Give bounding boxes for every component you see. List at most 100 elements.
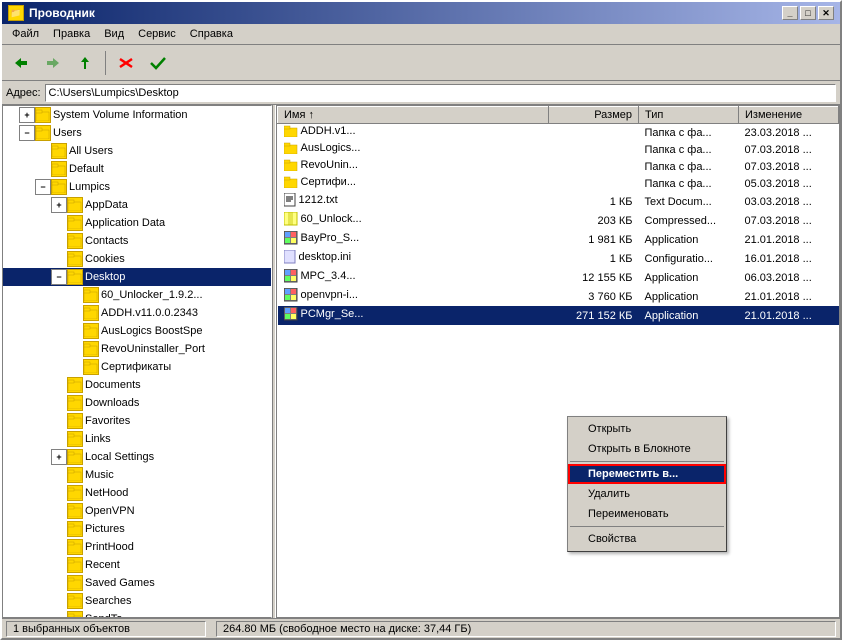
col-name[interactable]: Имя ↑ (278, 107, 549, 124)
tree-item-all-users[interactable]: All Users (3, 142, 271, 160)
tree-expander-lumpics[interactable]: − (35, 179, 51, 195)
table-row[interactable]: AusLogics...Папка с фа...07.03.2018 ... (278, 141, 839, 158)
file-name: desktop.ini (278, 249, 549, 268)
address-input[interactable] (45, 84, 836, 102)
tree-item-documents[interactable]: Documents (3, 376, 271, 394)
tree-item-saved-games[interactable]: Saved Games (3, 574, 271, 592)
tree-item-searches[interactable]: Searches (3, 592, 271, 610)
tree-expander-desktop[interactable]: − (51, 269, 67, 285)
file-name: 1212.txt (278, 192, 549, 211)
tree-item-pictures[interactable]: Pictures (3, 520, 271, 538)
tree-item-nethood[interactable]: NetHood (3, 484, 271, 502)
tree-expander-users[interactable]: − (19, 125, 35, 141)
tree-item-default[interactable]: Default (3, 160, 271, 178)
context-menu-item-move-to[interactable]: Переместить в... (568, 464, 726, 484)
folder-icon (67, 503, 83, 519)
table-row[interactable]: RevoUnin...Папка с фа...07.03.2018 ... (278, 158, 839, 175)
tree-expander-appdata[interactable]: + (51, 197, 67, 213)
tree-expander-favorites (51, 413, 67, 429)
table-row[interactable]: PCMgr_Se...271 152 КБApplication21.01.20… (278, 306, 839, 325)
folder-icon (67, 449, 83, 465)
tree-item-60-unlocker[interactable]: 60_Unlocker_1.9.2... (3, 286, 271, 304)
menubar-item-правка[interactable]: Правка (47, 26, 96, 42)
context-menu-item-rename[interactable]: Переименовать (568, 504, 726, 524)
table-row[interactable]: MPC_3.4...12 155 КБApplication06.03.2018… (278, 268, 839, 287)
menubar-item-файл[interactable]: Файл (6, 26, 45, 42)
confirm-button[interactable] (143, 49, 173, 77)
forward-button[interactable] (38, 49, 68, 77)
tree-expander-system-volume[interactable]: + (19, 107, 35, 123)
file-table: Имя ↑ Размер Тип Изменение ADDH.v1...Пап… (277, 106, 839, 325)
tree-item-revo-uninstaller[interactable]: RevoUninstaller_Port (3, 340, 271, 358)
file-size: 1 981 КБ (549, 230, 639, 249)
maximize-button[interactable]: □ (800, 6, 816, 20)
toolbar-separator-1 (105, 51, 106, 75)
file-name: MPC_3.4... (278, 268, 549, 287)
tree-item-openvpn[interactable]: OpenVPN (3, 502, 271, 520)
tree-item-auslogics-boost[interactable]: AusLogics BoostSpe (3, 322, 271, 340)
tree-item-label: RevoUninstaller_Port (101, 343, 205, 355)
folder-icon (83, 305, 99, 321)
tree-item-local-settings[interactable]: + Local Settings (3, 448, 271, 466)
folder-icon (67, 197, 83, 213)
folder-icon (83, 287, 99, 303)
table-row[interactable]: Сертифи...Папка с фа...05.03.2018 ... (278, 175, 839, 192)
tree-item-contacts[interactable]: Contacts (3, 232, 271, 250)
tree-expander-documents (51, 377, 67, 393)
table-row[interactable]: ADDH.v1...Папка с фа...23.03.2018 ... (278, 124, 839, 142)
folder-icon (67, 611, 83, 618)
tree-item-recent[interactable]: Recent (3, 556, 271, 574)
tree-expander-pictures (51, 521, 67, 537)
tree-item-label: Cookies (85, 253, 125, 265)
delete-button[interactable] (111, 49, 141, 77)
tree-item-lumpics[interactable]: − Lumpics (3, 178, 271, 196)
tree-item-printhood[interactable]: PrintHood (3, 538, 271, 556)
tree-item-application-data[interactable]: Application Data (3, 214, 271, 232)
tree-item-links[interactable]: Links (3, 430, 271, 448)
close-button[interactable]: ✕ (818, 6, 834, 20)
context-menu-item-delete[interactable]: Удалить (568, 484, 726, 504)
tree-item-users[interactable]: − Users (3, 124, 271, 142)
context-menu-item-properties[interactable]: Свойства (568, 529, 726, 549)
tree-item-label: Default (69, 163, 104, 175)
table-row[interactable]: desktop.ini1 КБConfiguratio...16.01.2018… (278, 249, 839, 268)
tree-item-downloads[interactable]: Downloads (3, 394, 271, 412)
col-size[interactable]: Размер (549, 107, 639, 124)
back-button[interactable] (6, 49, 36, 77)
tree-expander-recent (51, 557, 67, 573)
table-row[interactable]: 60_Unlock...203 КБCompressed...07.03.201… (278, 211, 839, 230)
file-name: openvpn-i... (278, 287, 549, 306)
file-icon: Сертифи... (284, 176, 356, 188)
menubar-item-справка[interactable]: Справка (184, 26, 239, 42)
folder-icon (67, 557, 83, 573)
folder-icon (67, 431, 83, 447)
tree-item-label: OpenVPN (85, 505, 135, 517)
file-modified: 07.03.2018 ... (739, 158, 839, 175)
tree-item-desktop[interactable]: − Desktop (3, 268, 271, 286)
context-menu-item-open-notepad[interactable]: Открыть в Блокноте (568, 439, 726, 459)
table-row[interactable]: 1212.txt1 КБText Docum...03.03.2018 ... (278, 192, 839, 211)
tree-item-label: System Volume Information (53, 109, 188, 121)
col-type[interactable]: Тип (639, 107, 739, 124)
folder-icon (67, 593, 83, 609)
up-button[interactable] (70, 49, 100, 77)
file-type: Application (639, 268, 739, 287)
menubar-item-сервис[interactable]: Сервис (132, 26, 182, 42)
table-row[interactable]: BayPro_S...1 981 КБApplication21.01.2018… (278, 230, 839, 249)
folder-icon (83, 323, 99, 339)
minimize-button[interactable]: _ (782, 6, 798, 20)
tree-item-addh-v11[interactable]: ADDH.v11.0.0.2343 (3, 304, 271, 322)
table-row[interactable]: openvpn-i...3 760 КБApplication21.01.201… (278, 287, 839, 306)
menubar-item-вид[interactable]: Вид (98, 26, 130, 42)
tree-item-sertifikaty[interactable]: Сертификаты (3, 358, 271, 376)
col-modified[interactable]: Изменение (739, 107, 839, 124)
tree-item-favorites[interactable]: Favorites (3, 412, 271, 430)
tree-expander-local-settings[interactable]: + (51, 449, 67, 465)
tree-item-cookies[interactable]: Cookies (3, 250, 271, 268)
context-menu-item-open[interactable]: Открыть (568, 419, 726, 439)
tree-item-music[interactable]: Music (3, 466, 271, 484)
tree-item-appdata[interactable]: + AppData (3, 196, 271, 214)
tree-item-sendto[interactable]: SendTo (3, 610, 271, 618)
titlebar-left: 📁 Проводник (8, 5, 95, 21)
tree-item-system-volume[interactable]: + System Volume Information (3, 106, 271, 124)
